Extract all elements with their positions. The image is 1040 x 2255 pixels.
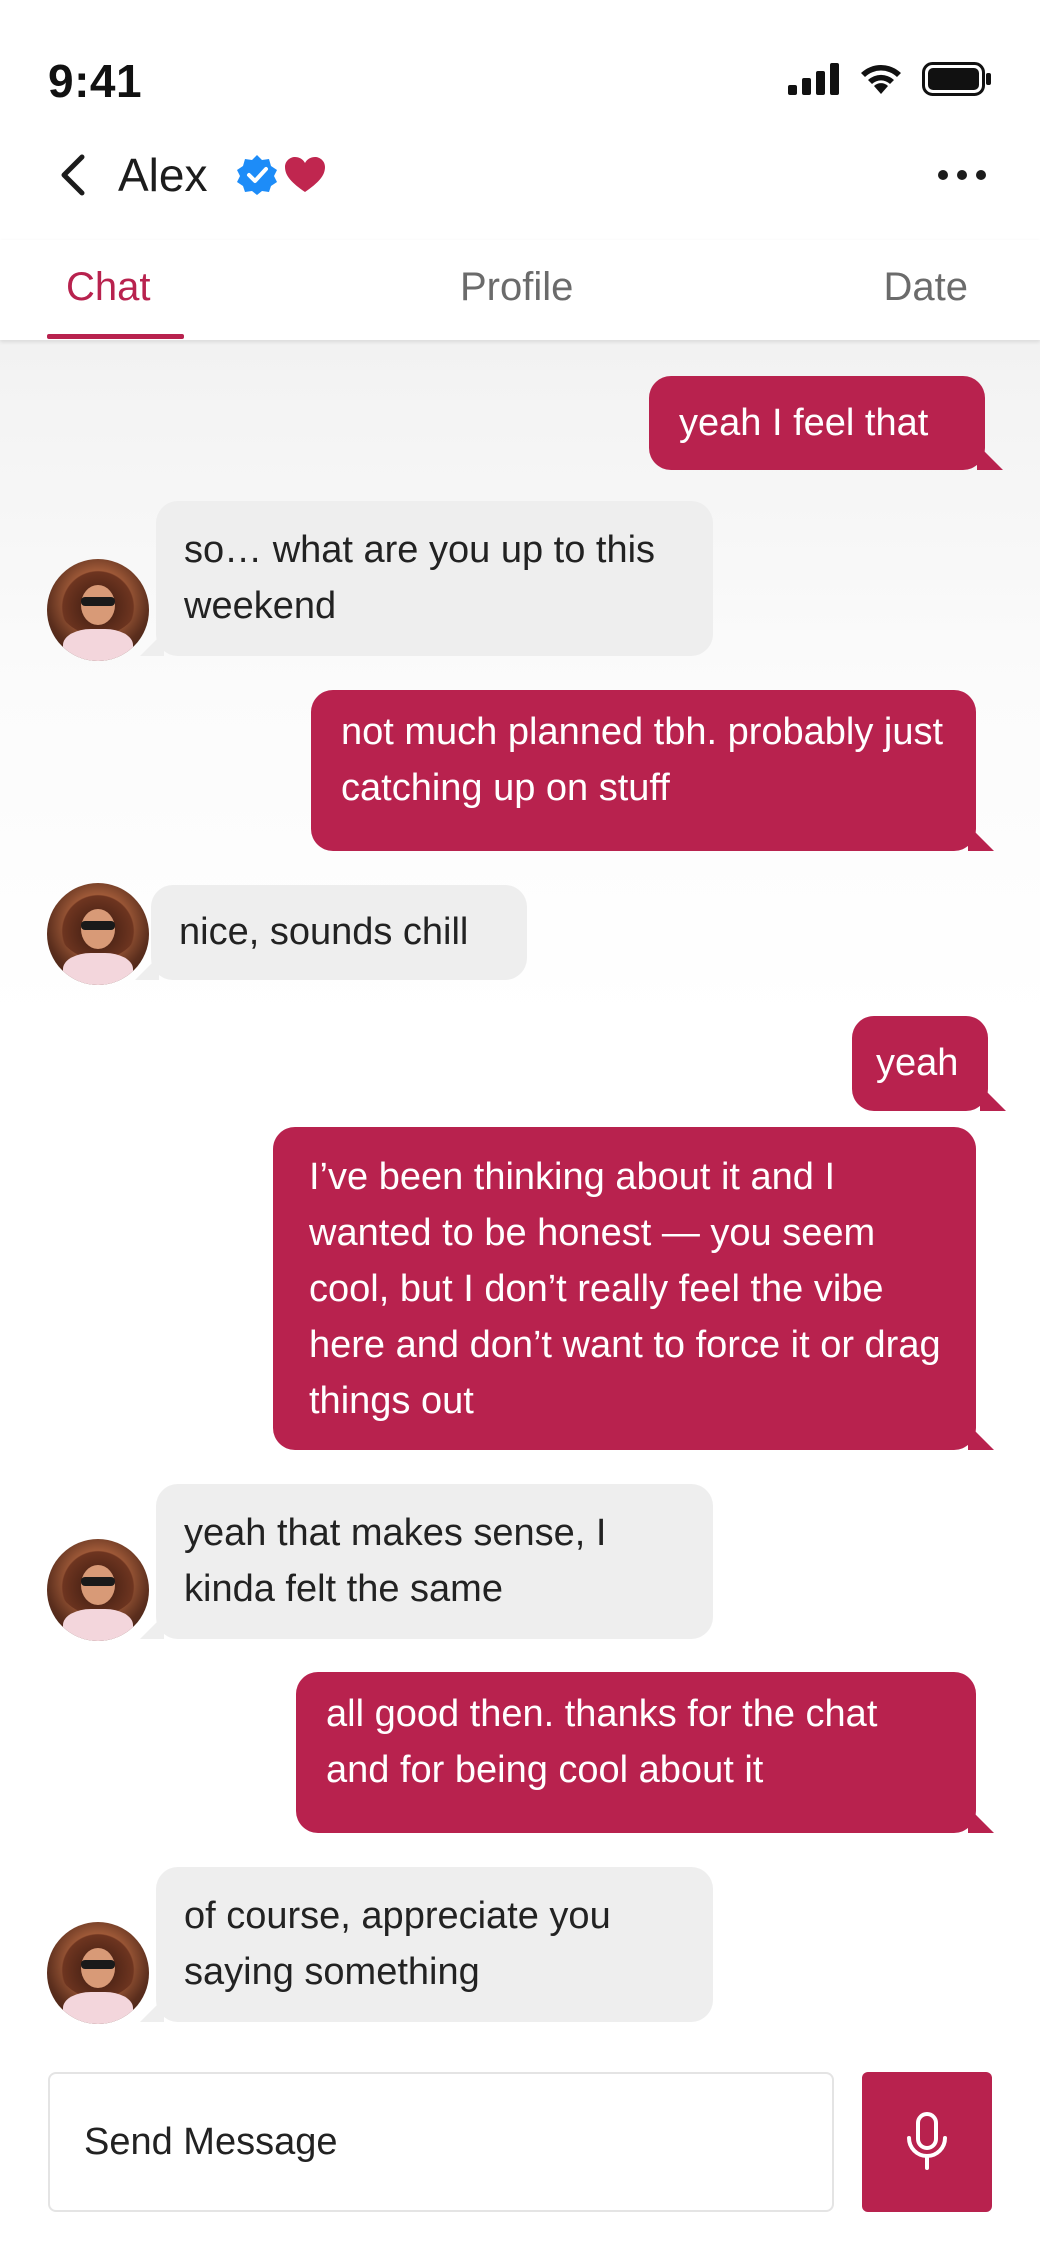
chat-thread[interactable]: yeah I feel that so… what are you up to …	[0, 340, 1040, 2050]
back-icon	[61, 154, 85, 196]
message-composer	[0, 2050, 1040, 2255]
microphone-button[interactable]	[862, 2072, 992, 2212]
avatar[interactable]	[47, 1539, 149, 1641]
more-options-button[interactable]	[932, 150, 992, 200]
message-incoming[interactable]: nice, sounds chill	[151, 885, 527, 980]
verified-icon	[237, 155, 277, 195]
message-outgoing[interactable]: I’ve been thinking about it and I wanted…	[273, 1127, 976, 1450]
back-button[interactable]	[48, 140, 98, 210]
contact-name[interactable]: Alex	[118, 140, 207, 210]
message-input[interactable]	[48, 2072, 834, 2212]
message-outgoing[interactable]: yeah I feel that	[649, 376, 985, 470]
message-outgoing[interactable]: yeah	[852, 1016, 988, 1111]
message-incoming[interactable]: of course, appreciate you saying somethi…	[156, 1867, 713, 2022]
tab-date[interactable]: Date	[884, 262, 969, 312]
status-time: 9:41	[48, 55, 143, 107]
message-outgoing[interactable]: not much planned tbh. probably just catc…	[311, 690, 976, 851]
more-icon	[938, 170, 986, 180]
status-bar: 9:41	[0, 0, 1040, 130]
avatar[interactable]	[47, 559, 149, 661]
chat-header: Alex	[0, 130, 1040, 230]
battery-icon	[922, 62, 991, 96]
wifi-icon	[861, 65, 901, 94]
message-incoming[interactable]: so… what are you up to this weekend	[156, 501, 713, 656]
message-outgoing[interactable]: all good then. thanks for the chat and f…	[296, 1672, 976, 1833]
microphone-icon	[907, 2112, 947, 2170]
tab-bar: Chat Profile Date	[0, 240, 1040, 340]
tab-profile[interactable]: Profile	[460, 262, 573, 312]
avatar[interactable]	[47, 1922, 149, 2024]
tab-chat[interactable]: Chat	[66, 262, 151, 312]
cellular-signal-icon	[788, 63, 839, 95]
avatar[interactable]	[47, 883, 149, 985]
status-icons	[788, 62, 992, 96]
message-incoming[interactable]: yeah that makes sense, I kinda felt the …	[156, 1484, 713, 1639]
heart-icon	[285, 157, 325, 192]
active-tab-indicator	[47, 334, 184, 339]
